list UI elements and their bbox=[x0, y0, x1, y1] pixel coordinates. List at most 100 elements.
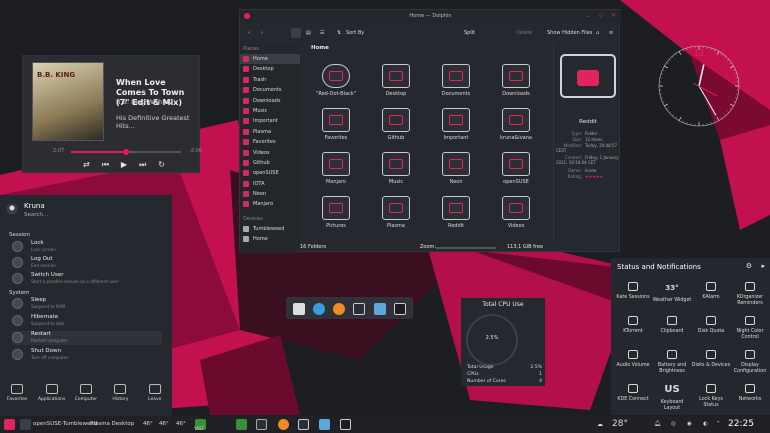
place-manjaro[interactable]: Manjaro bbox=[240, 199, 300, 209]
tray-disk-quota[interactable]: Disk Quota bbox=[691, 316, 731, 335]
image-viewer-icon[interactable] bbox=[374, 303, 386, 315]
configure-icon[interactable]: ⚙ bbox=[746, 262, 752, 270]
play-icon[interactable]: ▶ bbox=[121, 160, 127, 170]
tray-networks[interactable]: Networks bbox=[730, 384, 770, 403]
sort-button[interactable]: Sort By bbox=[346, 30, 364, 36]
folder-item[interactable]: Neon bbox=[430, 152, 482, 185]
tray-ktorrent[interactable]: KTorrent bbox=[613, 316, 653, 335]
firefox-taskbar-icon[interactable] bbox=[278, 419, 289, 430]
tray-kalarm[interactable]: KAlarm bbox=[691, 282, 731, 301]
footer-computer[interactable]: Computer bbox=[69, 384, 102, 402]
folder-item[interactable]: Pictures bbox=[310, 196, 362, 229]
bell-icon[interactable]: 🔔︎ bbox=[654, 421, 661, 427]
shuffle-icon[interactable]: ⇄ bbox=[83, 160, 90, 170]
forward-icon[interactable]: › bbox=[261, 30, 263, 36]
folder-item[interactable]: Music bbox=[370, 152, 422, 185]
folder-item[interactable]: Plasma bbox=[370, 196, 422, 229]
system-item-hibernate[interactable]: Hibernate Suspend to disk bbox=[12, 314, 162, 328]
tray-lock-keys-status[interactable]: Lock Keys Status bbox=[691, 384, 731, 409]
dolphin-taskbar-icon[interactable] bbox=[298, 419, 309, 430]
pin-icon[interactable]: ▸ bbox=[761, 262, 765, 270]
place-github[interactable]: Github bbox=[240, 158, 300, 168]
system-monitor-icon[interactable] bbox=[236, 419, 247, 430]
tray-disks-devices[interactable]: Disks & Devices bbox=[691, 350, 731, 369]
folder-item[interactable]: Github bbox=[370, 108, 422, 141]
footer-favorites[interactable]: Favorites bbox=[1, 384, 34, 402]
tray-kde-connect[interactable]: KDE Connect bbox=[613, 384, 653, 403]
firefox-icon[interactable] bbox=[333, 303, 345, 315]
notes-icon[interactable] bbox=[293, 303, 305, 315]
tray-keyboard-layout[interactable]: US Keyboard Layout bbox=[652, 384, 692, 412]
icons-view-icon[interactable] bbox=[291, 28, 301, 38]
tray-battery-and-brightness[interactable]: Battery and Brightness bbox=[652, 350, 692, 375]
breadcrumb[interactable]: Home bbox=[311, 45, 329, 51]
repeat-icon[interactable]: ↻ bbox=[158, 160, 165, 170]
folder-item[interactable]: Desktop bbox=[370, 64, 422, 97]
tray-expand-icon[interactable]: ⌃ bbox=[716, 421, 721, 427]
next-icon[interactable]: ⏭ bbox=[139, 160, 146, 170]
tray-display-configuration[interactable]: Display Configuration bbox=[730, 350, 770, 375]
split-button[interactable]: Split bbox=[464, 30, 475, 36]
tray-audio-volume[interactable]: Audio Volume bbox=[613, 350, 653, 369]
folder-item[interactable]: Reddit bbox=[430, 196, 482, 229]
device-tumbleweed[interactable]: Tumbleweed bbox=[240, 224, 300, 234]
system-item-sleep[interactable]: Sleep Suspend to RAM bbox=[12, 297, 162, 311]
place-plasma[interactable]: Plasma bbox=[240, 127, 300, 137]
search-input[interactable]: Search... bbox=[24, 212, 48, 218]
footer-applications[interactable]: Applications bbox=[35, 384, 68, 402]
place-downloads[interactable]: Downloads bbox=[240, 96, 300, 106]
session-item-lock[interactable]: Lock Lock screen bbox=[12, 240, 162, 254]
tray-korganizer-reminders[interactable]: KOrganizer Reminders bbox=[730, 282, 770, 307]
tray-night-color-control[interactable]: Night Color Control bbox=[730, 316, 770, 341]
clock-time[interactable]: 22:25 bbox=[728, 419, 754, 429]
place-iota[interactable]: IOTA bbox=[240, 179, 300, 189]
folder-item[interactable]: "Red-Dot-Black" bbox=[310, 64, 362, 97]
folder-item[interactable]: Important bbox=[430, 108, 482, 141]
delete-button[interactable]: Delete bbox=[516, 30, 532, 36]
browser-icon[interactable] bbox=[313, 303, 325, 315]
menu-icon[interactable]: ≡ bbox=[609, 30, 613, 36]
place-documents[interactable]: Documents bbox=[240, 85, 300, 95]
files-icon[interactable] bbox=[256, 419, 267, 430]
place-important[interactable]: Important bbox=[240, 116, 300, 126]
back-icon[interactable]: ‹ bbox=[248, 30, 250, 36]
system-item-shut-down[interactable]: Shut Down Turn off computer bbox=[12, 348, 162, 362]
folder-item[interactable]: kruna&ivana bbox=[490, 108, 542, 141]
footer-leave[interactable]: Leave bbox=[138, 384, 171, 402]
launcher-icon[interactable] bbox=[4, 419, 15, 430]
system-item-restart[interactable]: Restart Restart computer bbox=[12, 331, 162, 345]
previous-icon[interactable]: ⏮ bbox=[102, 160, 109, 170]
folder-item[interactable]: openSUSE bbox=[490, 152, 542, 185]
folder-item[interactable]: Downloads bbox=[490, 64, 542, 97]
seek-slider[interactable] bbox=[71, 149, 181, 155]
tray-connect-icon[interactable]: ◉ bbox=[687, 421, 692, 427]
folder-item[interactable]: Favorites bbox=[310, 108, 362, 141]
footer-history[interactable]: History bbox=[104, 384, 137, 402]
place-desktop[interactable]: Desktop bbox=[240, 64, 300, 74]
place-favorites[interactable]: Favorites bbox=[240, 137, 300, 147]
tray-item-icon[interactable]: ◎ bbox=[671, 421, 676, 427]
compact-view-icon[interactable]: ▤ bbox=[306, 30, 311, 36]
terminal-icon[interactable] bbox=[394, 303, 406, 315]
place-trash[interactable]: Trash bbox=[240, 75, 300, 85]
tray-clipboard[interactable]: Clipboard bbox=[652, 316, 692, 335]
meta-value[interactable]: ★★★★★ bbox=[585, 174, 603, 179]
image-taskbar-icon[interactable] bbox=[319, 419, 330, 430]
place-opensuse[interactable]: openSUSE bbox=[240, 168, 300, 178]
weather-tray-icon[interactable]: ☁ bbox=[597, 421, 603, 428]
folder-item[interactable]: Videos bbox=[490, 196, 542, 229]
terminal-taskbar-icon[interactable] bbox=[340, 419, 351, 430]
tray-weather-widget[interactable]: 33° Weather Widget bbox=[652, 282, 692, 304]
place-videos[interactable]: Videos bbox=[240, 148, 300, 158]
details-view-icon[interactable]: ☰ bbox=[320, 30, 324, 36]
show-hidden-button[interactable]: Show Hidden Files bbox=[547, 30, 592, 36]
place-home[interactable]: Home bbox=[240, 54, 300, 65]
sort-icon[interactable]: ⇅ bbox=[337, 30, 341, 36]
session-item-log-out[interactable]: Log Out End session bbox=[12, 256, 162, 270]
place-neon[interactable]: Neon bbox=[240, 189, 300, 199]
home-icon[interactable]: ⌂ bbox=[596, 30, 599, 36]
folder-item[interactable]: Documents bbox=[430, 64, 482, 97]
session-item-switch-user[interactable]: Switch User Start a parallel session as a… bbox=[12, 272, 162, 286]
folder-item[interactable]: Manjaro bbox=[310, 152, 362, 185]
folder-icon[interactable] bbox=[353, 303, 365, 315]
